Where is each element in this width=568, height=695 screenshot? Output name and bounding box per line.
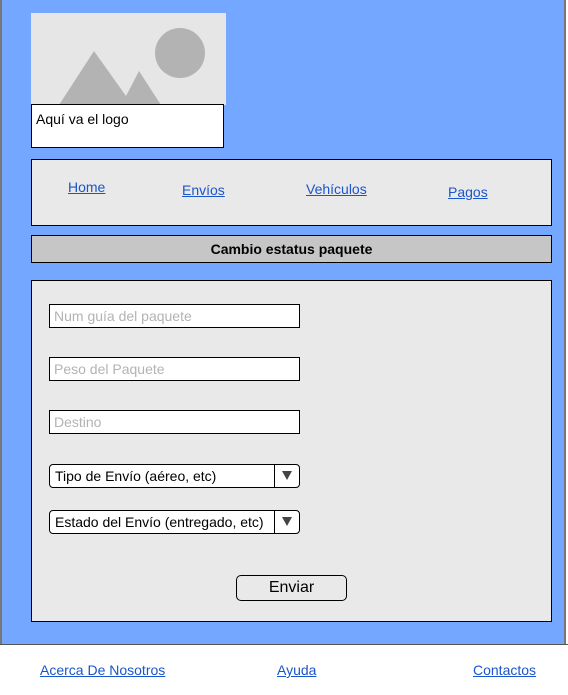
footer: Acerca De Nosotros Ayuda Contactos (0, 644, 568, 695)
chevron-down-icon (274, 465, 299, 487)
logo-caption: Aquí va el logo (31, 104, 224, 148)
logo-box: Aquí va el logo (31, 13, 226, 150)
form-panel: Tipo de Envío (aéreo, etc) Estado del En… (31, 280, 552, 622)
package-weight-input[interactable] (49, 357, 300, 381)
destination-input[interactable] (49, 410, 300, 434)
chevron-down-icon (274, 511, 299, 533)
nav-link-pagos[interactable]: Pagos (448, 184, 488, 200)
nav-link-vehiculos[interactable]: Vehículos (306, 181, 367, 197)
footer-link-help[interactable]: Ayuda (277, 662, 316, 678)
footer-link-about[interactable]: Acerca De Nosotros (40, 662, 165, 678)
nav-link-envios[interactable]: Envíos (182, 182, 225, 198)
nav-link-home[interactable]: Home (68, 179, 105, 195)
shipping-status-value: Estado del Envío (entregado, etc) (55, 514, 264, 530)
shipping-type-select[interactable]: Tipo de Envío (aéreo, etc) (49, 464, 300, 488)
footer-link-contacts[interactable]: Contactos (473, 662, 536, 678)
shipping-type-value: Tipo de Envío (aéreo, etc) (55, 468, 217, 484)
page-title: Cambio estatus paquete (31, 235, 552, 263)
navbar: Home Envíos Vehículos Pagos (31, 159, 552, 226)
main-area: Aquí va el logo Home Envíos Vehículos Pa… (0, 0, 566, 644)
guide-number-input[interactable] (49, 304, 300, 328)
image-placeholder-icon (31, 13, 226, 105)
shipping-status-select[interactable]: Estado del Envío (entregado, etc) (49, 510, 300, 534)
submit-button[interactable]: Enviar (236, 575, 347, 601)
